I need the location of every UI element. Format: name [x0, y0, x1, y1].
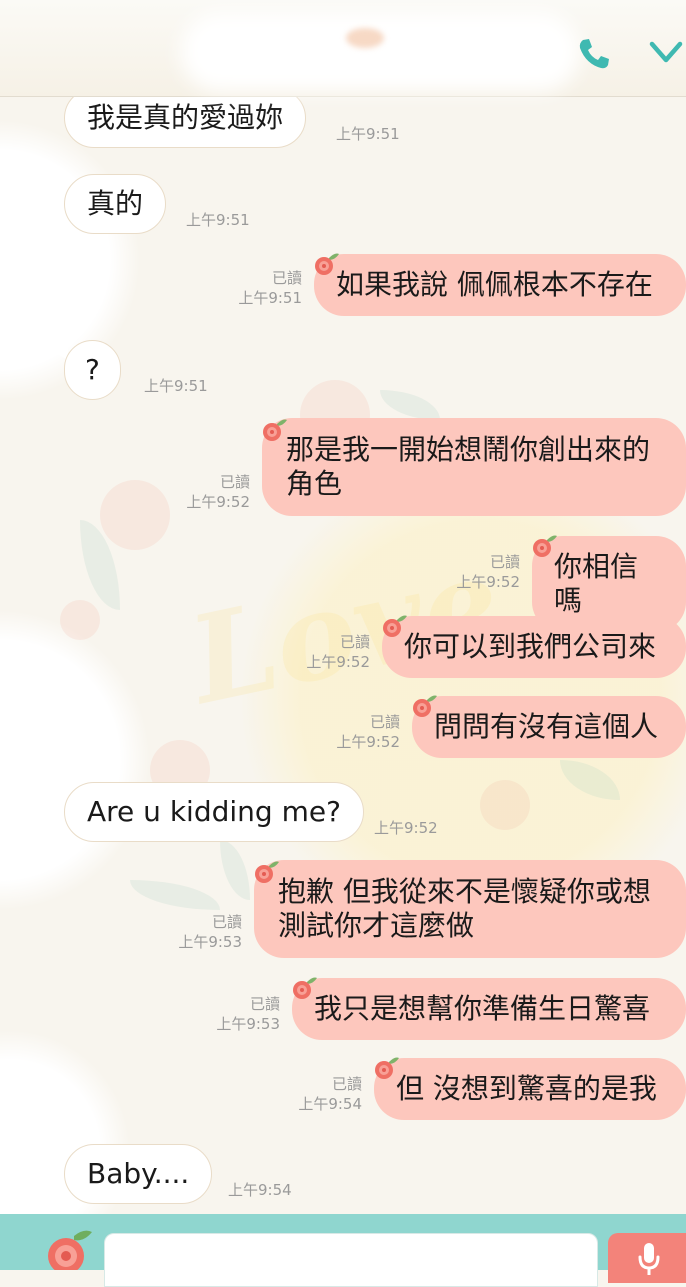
read-receipt: 已讀: [271, 269, 302, 287]
rose-icon: [413, 695, 437, 717]
message-time: 上午9:51: [186, 211, 250, 229]
rose-icon: [383, 615, 407, 637]
phone-icon[interactable]: [574, 34, 614, 74]
rose-icon: [315, 253, 339, 275]
message-time: 上午9:53: [178, 933, 242, 951]
background-flower: [60, 600, 100, 640]
contact-name-area[interactable]: [180, 12, 580, 92]
microphone-icon: [638, 1243, 660, 1275]
message-time: 上午9:51: [336, 125, 400, 143]
rose-icon: [255, 861, 279, 883]
outgoing-message-bubble[interactable]: 那是我一開始想鬧你創出來的角色: [262, 418, 686, 516]
incoming-message-bubble[interactable]: Baby....: [64, 1144, 213, 1204]
message-text: 那是我一開始想鬧你創出來的角色: [286, 433, 651, 500]
background-leaf: [130, 880, 220, 910]
message-time: 上午9:52: [374, 819, 438, 837]
message-text: Are u kidding me?: [87, 795, 341, 828]
message-meta: 已讀 上午9:51: [226, 268, 302, 308]
message-meta: 已讀 上午9:54: [286, 1074, 362, 1114]
flower-sticker-icon[interactable]: [40, 1226, 96, 1270]
message-text: 真的: [87, 187, 144, 220]
chevron-down-icon[interactable]: [646, 36, 686, 70]
message-meta: 已讀 上午9:53: [166, 912, 242, 952]
message-meta: 已讀 上午9:52: [174, 472, 250, 512]
read-receipt: 已讀: [339, 633, 370, 651]
rose-icon: [293, 977, 317, 999]
outgoing-message-bubble[interactable]: 我只是想幫你準備生日驚喜: [292, 978, 686, 1040]
background-leaf: [380, 390, 440, 420]
message-text: Baby....: [87, 1157, 190, 1190]
message-time: 上午9:54: [228, 1181, 292, 1199]
read-receipt: 已讀: [489, 553, 520, 571]
message-text: 你相信嗎: [554, 550, 639, 617]
incoming-message-bubble[interactable]: 我是真的愛過妳: [64, 88, 307, 148]
rose-icon: [533, 535, 557, 557]
incoming-message-bubble[interactable]: Are u kidding me?: [64, 782, 364, 842]
incoming-message-bubble[interactable]: ?: [64, 340, 121, 400]
message-time: 上午9:52: [186, 493, 250, 511]
outgoing-message-bubble[interactable]: 你可以到我們公司來: [382, 616, 686, 678]
message-meta: 已讀 上午9:53: [204, 994, 280, 1034]
voice-message-button[interactable]: [608, 1233, 686, 1283]
message-time: 上午9:52: [456, 573, 520, 591]
message-text: 問問有沒有這個人: [434, 710, 659, 743]
message-text: 我是真的愛過妳: [87, 101, 284, 134]
message-input[interactable]: [104, 1233, 598, 1287]
read-receipt: 已讀: [211, 913, 242, 931]
message-time: 上午9:54: [298, 1095, 362, 1113]
message-text: 抱歉 但我從來不是懷疑你或想測試你才這麼做: [278, 875, 651, 942]
message-time: 上午9:52: [306, 653, 370, 671]
read-receipt: 已讀: [369, 713, 400, 731]
message-time: 上午9:52: [336, 733, 400, 751]
background-leaf: [220, 840, 250, 900]
message-text: 如果我說 佩佩根本不存在: [336, 268, 653, 301]
incoming-message-bubble[interactable]: 真的: [64, 174, 167, 234]
chat-header: [0, 0, 686, 97]
outgoing-message-bubble[interactable]: 問問有沒有這個人: [412, 696, 686, 758]
message-text: 但 沒想到驚喜的是我: [396, 1072, 657, 1105]
read-receipt: 已讀: [219, 473, 250, 491]
background-flower: [100, 480, 170, 550]
message-text: 你可以到我們公司來: [404, 630, 657, 663]
message-time: 上午9:51: [144, 377, 208, 395]
read-receipt: 已讀: [249, 995, 280, 1013]
background-flower: [480, 780, 530, 830]
message-time: 上午9:51: [238, 289, 302, 307]
background-leaf: [560, 760, 620, 800]
message-meta: 已讀 上午9:52: [324, 712, 400, 752]
message-text: ?: [85, 353, 100, 386]
rose-icon: [263, 419, 287, 441]
message-text: 我只是想幫你準備生日驚喜: [314, 992, 651, 1025]
outgoing-message-bubble[interactable]: 但 沒想到驚喜的是我: [374, 1058, 686, 1120]
message-meta: 已讀 上午9:52: [294, 632, 370, 672]
rose-icon: [375, 1057, 399, 1079]
outgoing-message-bubble[interactable]: 抱歉 但我從來不是懷疑你或想測試你才這麼做: [254, 860, 686, 958]
header-decoration: [346, 28, 384, 48]
outgoing-message-bubble[interactable]: 如果我說 佩佩根本不存在: [314, 254, 686, 316]
message-meta: 已讀 上午9:52: [444, 552, 520, 592]
message-time: 上午9:53: [216, 1015, 280, 1033]
read-receipt: 已讀: [331, 1075, 362, 1093]
